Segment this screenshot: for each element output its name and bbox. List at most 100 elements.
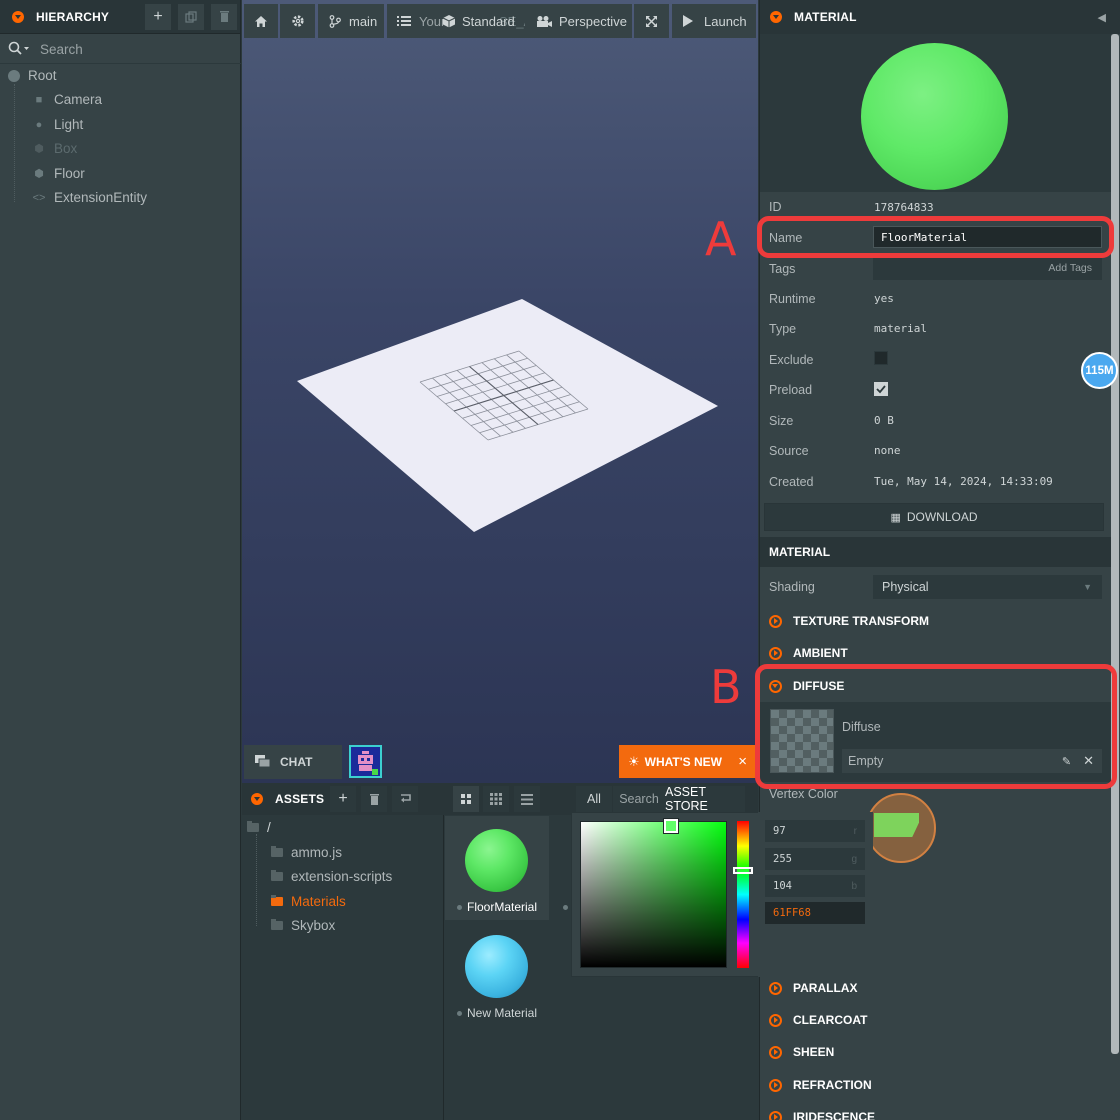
expand-icon	[769, 1013, 782, 1027]
branch-button[interactable]: main	[318, 4, 384, 38]
exclude-checkbox[interactable]	[874, 351, 888, 365]
status-dot	[563, 905, 568, 910]
small-grid-view-icon[interactable]	[483, 786, 509, 812]
collapse-icon[interactable]	[251, 793, 263, 805]
section-texture-transform[interactable]: TEXTURE TRANSFORM	[759, 605, 1120, 637]
delete-icon[interactable]	[211, 3, 237, 30]
field-created-label: Created	[769, 475, 814, 489]
annotation-label-b: B	[710, 660, 742, 714]
move-icon[interactable]	[392, 786, 418, 812]
collapse-panel-icon[interactable]: ◀	[1098, 11, 1106, 24]
search-input[interactable]: Search	[40, 42, 83, 57]
memory-badge[interactable]: 115M	[1081, 352, 1118, 389]
collapse-icon[interactable]	[770, 11, 782, 23]
status-dot	[456, 904, 462, 910]
download-button[interactable]: ▦ DOWNLOAD	[764, 503, 1104, 531]
green-channel-field[interactable]: 255 g	[765, 848, 865, 870]
folder-materials[interactable]: Materials	[271, 894, 346, 909]
add-asset-button[interactable]: +	[330, 786, 356, 812]
asset-label: FloorMaterial	[466, 900, 538, 914]
duplicate-icon[interactable]	[178, 3, 204, 30]
blue-channel-field[interactable]: 104 b	[765, 875, 865, 897]
cube-icon	[442, 15, 456, 28]
color-field[interactable]	[580, 821, 727, 968]
whats-new-label: WHAT'S NEW	[644, 754, 722, 769]
launch-label: Launch	[704, 13, 747, 29]
fullscreen-button[interactable]	[634, 4, 669, 38]
camera-icon	[537, 15, 552, 27]
tree-item-floor[interactable]: ⬢ Floor	[32, 166, 85, 181]
asset-store-button[interactable]: ASSET STORE	[665, 785, 745, 813]
red-channel-field[interactable]: 97 r	[765, 820, 865, 842]
floor-plane	[297, 299, 718, 532]
collapse-icon[interactable]	[12, 10, 24, 23]
close-icon[interactable]: ×	[738, 753, 747, 770]
render-mode-label: Standard	[462, 13, 515, 29]
section-refraction[interactable]: REFRACTION	[759, 1069, 1120, 1101]
inspector-header: MATERIAL ◀	[760, 0, 1120, 34]
tree-item-light[interactable]: ● Light	[32, 117, 84, 132]
whats-new-button[interactable]: ☀ WHAT'S NEW ×	[619, 745, 757, 778]
assets-search-input[interactable]: Search	[613, 786, 665, 812]
launch-button[interactable]: Launch	[672, 4, 756, 38]
folder-ammo[interactable]: ammo.js	[271, 845, 342, 860]
shading-select[interactable]: Physical ▼	[873, 575, 1102, 599]
tree-item-camera[interactable]: ■ Camera	[32, 92, 102, 107]
expand-icon	[769, 1078, 782, 1092]
field-id-label: ID	[769, 200, 782, 214]
annotation-box-b	[755, 664, 1117, 789]
list-icon	[397, 16, 411, 26]
field-source-value: none	[874, 444, 901, 457]
settings-button[interactable]	[280, 4, 315, 38]
model-icon: ⬢	[34, 168, 44, 180]
hierarchy-search[interactable]: Search	[0, 35, 241, 63]
filter-select[interactable]: All	[576, 786, 612, 812]
preload-checkbox[interactable]	[874, 382, 888, 396]
hierarchy-divider	[0, 63, 241, 64]
home-icon	[255, 15, 267, 27]
tags-field[interactable]: Add Tags	[873, 256, 1102, 280]
section-sheen[interactable]: SHEEN	[759, 1036, 1120, 1068]
assets-title: ASSETS	[275, 792, 325, 806]
material-thumbnail	[465, 935, 528, 998]
camera-icon: ■	[35, 93, 43, 106]
tree-item-extension-entity[interactable]: <> ExtensionEntity	[32, 190, 148, 205]
folder-extension-scripts[interactable]: extension-scripts	[271, 869, 392, 884]
home-button[interactable]	[244, 4, 278, 38]
field-exclude-label: Exclude	[769, 353, 814, 367]
folder-root[interactable]: /	[247, 820, 271, 835]
section-clearcoat[interactable]: CLEARCOAT	[759, 1004, 1120, 1036]
field-runtime-label: Runtime	[769, 292, 816, 306]
delete-icon[interactable]	[361, 786, 387, 812]
expand-icon	[769, 614, 782, 628]
chat-button[interactable]: CHAT	[244, 745, 342, 779]
expand-icon	[769, 981, 782, 995]
material-section-header: MATERIAL	[760, 537, 1111, 567]
field-runtime-value: yes	[874, 292, 894, 305]
branch-icon	[329, 14, 341, 28]
list-view-icon[interactable]	[514, 786, 540, 812]
camera-button[interactable]: Perspective	[525, 4, 632, 38]
folder-skybox[interactable]: Skybox	[271, 918, 335, 933]
asset-item-floor-material[interactable]: FloorMaterial	[445, 816, 549, 920]
grid-view-icon[interactable]	[453, 786, 479, 812]
tree-item-box[interactable]: ⬢ Box	[32, 141, 77, 156]
color-field-cursor[interactable]	[663, 818, 679, 834]
tree-item-root[interactable]: Root	[8, 68, 57, 83]
hue-slider[interactable]	[737, 821, 749, 968]
scrollbar[interactable]	[1111, 34, 1119, 1054]
viewport[interactable]	[242, 0, 758, 783]
material-preview	[760, 34, 1111, 192]
hue-slider-handle[interactable]	[733, 867, 753, 874]
avatar[interactable]	[349, 745, 382, 778]
folder-icon	[271, 870, 283, 881]
model-icon: ⬢	[34, 143, 44, 155]
render-mode-button[interactable]: Standard	[432, 4, 522, 38]
asset-item-new-material[interactable]: New Material	[445, 922, 549, 1026]
section-iridescence[interactable]: IRIDESCENCE	[759, 1101, 1120, 1120]
field-tags-label: Tags	[769, 262, 796, 276]
diffuse-color-swatch[interactable]	[874, 813, 919, 837]
add-entity-button[interactable]: +	[145, 3, 171, 30]
lightbulb-icon: ☀	[628, 753, 640, 769]
hex-field[interactable]: 61FF68	[765, 902, 865, 924]
